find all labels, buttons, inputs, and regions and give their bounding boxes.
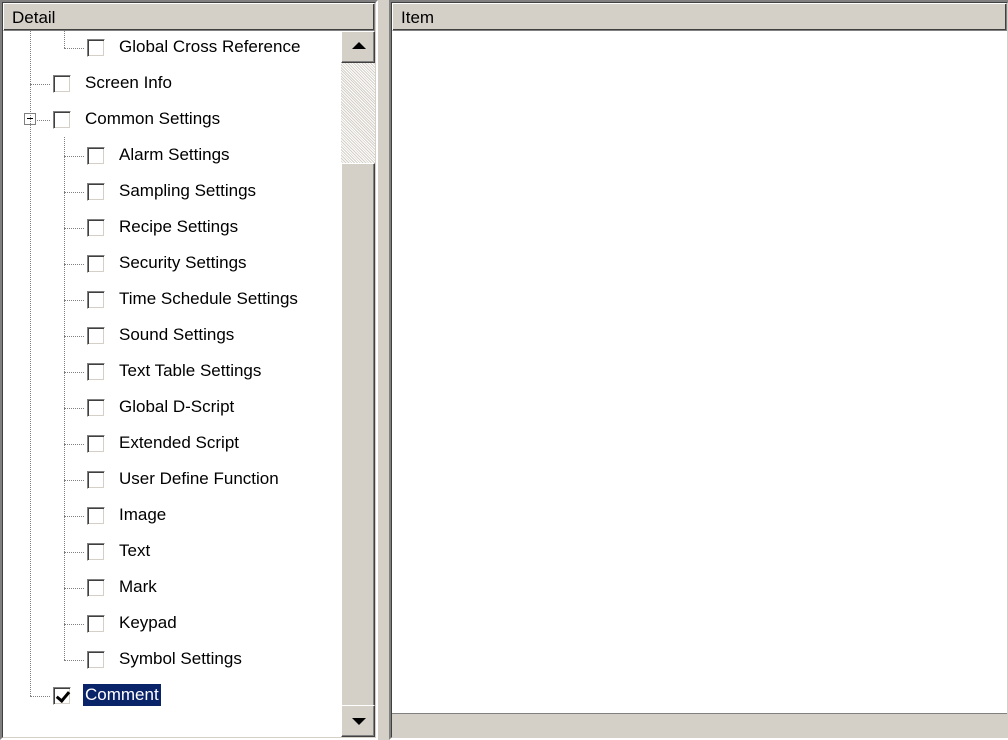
tree-root-connector [30,31,31,696]
tree-item-label[interactable]: Security Settings [117,252,249,274]
tree-connector-line [64,48,84,49]
tree-item-label[interactable]: Recipe Settings [117,216,240,238]
tree-item-label[interactable]: Extended Script [117,432,241,454]
tree-item[interactable]: Alarm Settings [3,139,341,175]
tree-item-label[interactable]: Text Table Settings [117,360,263,382]
tree-item[interactable]: Common Settings [3,103,341,139]
tree-item-checkbox[interactable] [87,327,105,345]
scroll-down-button[interactable] [341,705,375,737]
scroll-up-button[interactable] [341,31,375,63]
tree-child-connector [64,31,65,48]
tree-item-checkbox[interactable] [87,219,105,237]
detail-column-header[interactable]: Detail [3,3,375,31]
tree-item[interactable]: Global D-Script [3,391,341,427]
tree-item[interactable]: Time Schedule Settings [3,283,341,319]
tree-item-checkbox[interactable] [87,615,105,633]
tree-item-checkbox[interactable] [87,399,105,417]
tree-item[interactable]: Keypad [3,607,341,643]
tree-item[interactable]: Screen Info [3,67,341,103]
tree-item[interactable]: Text Table Settings [3,355,341,391]
tree-connector-line [64,480,84,481]
tree-item-checkbox[interactable] [87,291,105,309]
tree-item-checkbox[interactable] [53,75,71,93]
tree-item-label[interactable]: Image [117,504,168,526]
tree-item-checkbox[interactable] [87,435,105,453]
detail-pane: Detail Global Cross Reference Screen Info… [0,0,378,740]
tree-connector-line [64,444,84,445]
tree-item-checkbox[interactable] [87,507,105,525]
tree-item-label[interactable]: Keypad [117,612,179,634]
tree-connector-line [64,516,84,517]
tree-item-label[interactable]: Text [117,540,152,562]
tree-item[interactable]: Security Settings [3,247,341,283]
item-column-header[interactable]: Item [392,3,1007,31]
tree-item-label[interactable]: Time Schedule Settings [117,288,300,310]
tree-item-label[interactable]: Sampling Settings [117,180,258,202]
tree-item-label[interactable]: Comment [82,683,162,707]
tree-item[interactable]: Extended Script [3,427,341,463]
tree-item-checkbox[interactable] [87,543,105,561]
tree-item-checkbox[interactable] [87,39,105,57]
tree-item-label[interactable]: Global Cross Reference [117,36,302,58]
tree-connector-line [64,552,84,553]
tree-connector-line [64,408,84,409]
tree-connector-line [64,192,84,193]
tree-item[interactable]: Text [3,535,341,571]
tree-item-label[interactable]: Screen Info [83,72,174,94]
tree-connector-line [64,660,84,661]
tree-item-checkbox[interactable] [87,363,105,381]
item-pane-frame: Item [391,2,1008,738]
tree-item-label[interactable]: Alarm Settings [117,144,232,166]
tree-item-checkbox[interactable] [87,471,105,489]
tree-item[interactable]: Recipe Settings [3,211,341,247]
item-list[interactable] [392,31,1007,737]
tree-item-checkbox[interactable] [87,651,105,669]
tree-item-checkbox[interactable] [53,687,71,705]
detail-pane-frame: Detail Global Cross Reference Screen Info… [2,2,376,738]
tree-item[interactable]: Sampling Settings [3,175,341,211]
tree-item[interactable]: Global Cross Reference [3,31,341,67]
tree-child-connector [64,137,65,660]
tree-item-checkbox[interactable] [53,111,71,129]
tree-item-label[interactable]: Common Settings [83,108,222,130]
tree-item-checkbox[interactable] [87,183,105,201]
tree-connector-line [30,84,50,85]
tree-connector-line [64,300,84,301]
tree-connector-line [64,336,84,337]
item-horizontal-scrollbar[interactable] [392,713,1007,737]
tree-item[interactable]: User Define Function [3,463,341,499]
scrollbar-thumb[interactable] [341,163,375,737]
tree-item-checkbox[interactable] [87,147,105,165]
arrow-up-icon [352,42,366,49]
tree-connector-line [30,696,50,697]
tree-connector-line [64,156,84,157]
tree-connector-line [64,228,84,229]
tree-item-label[interactable]: Global D-Script [117,396,236,418]
tree-item-checkbox[interactable] [87,255,105,273]
tree-connector-line [64,588,84,589]
tree-connector-line [64,624,84,625]
tree-item[interactable]: Image [3,499,341,535]
tree-item-label[interactable]: Sound Settings [117,324,236,346]
tree-item[interactable]: Comment [3,679,341,715]
detail-tree[interactable]: Global Cross Reference Screen Info Common … [3,31,341,737]
tree-item-label[interactable]: Mark [117,576,159,598]
tree-item-label[interactable]: User Define Function [117,468,281,490]
tree-item[interactable]: Mark [3,571,341,607]
tree-vertical-scrollbar[interactable] [341,31,375,737]
arrow-down-icon [352,718,366,725]
tree-item[interactable]: Symbol Settings [3,643,341,679]
item-pane: Item [389,0,1008,740]
tree-connector-line [64,264,84,265]
tree-item[interactable]: Sound Settings [3,319,341,355]
tree-item-label[interactable]: Symbol Settings [117,648,244,670]
tree-connector-line [64,372,84,373]
tree-item-checkbox[interactable] [87,579,105,597]
